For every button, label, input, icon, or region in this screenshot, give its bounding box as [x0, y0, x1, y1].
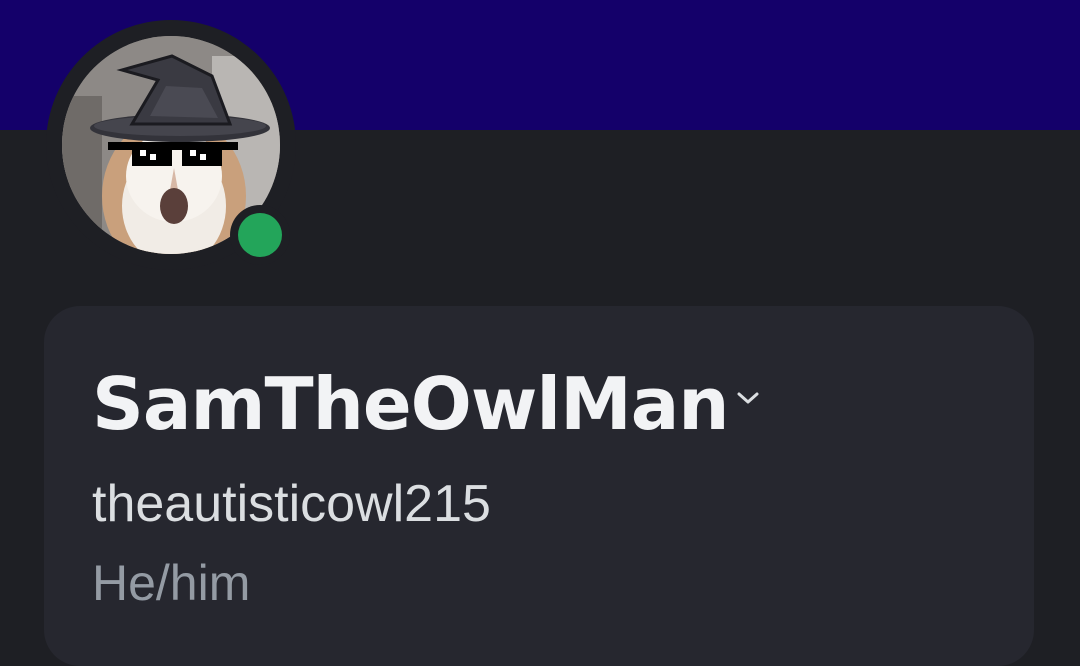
display-name: SamTheOwlMan: [92, 362, 730, 446]
chevron-down-icon[interactable]: [735, 390, 761, 410]
display-name-row[interactable]: SamTheOwlMan: [92, 368, 761, 440]
online-status-icon: [238, 213, 282, 257]
username: theautisticowl215: [92, 475, 491, 533]
pronouns: He/him: [92, 555, 251, 611]
